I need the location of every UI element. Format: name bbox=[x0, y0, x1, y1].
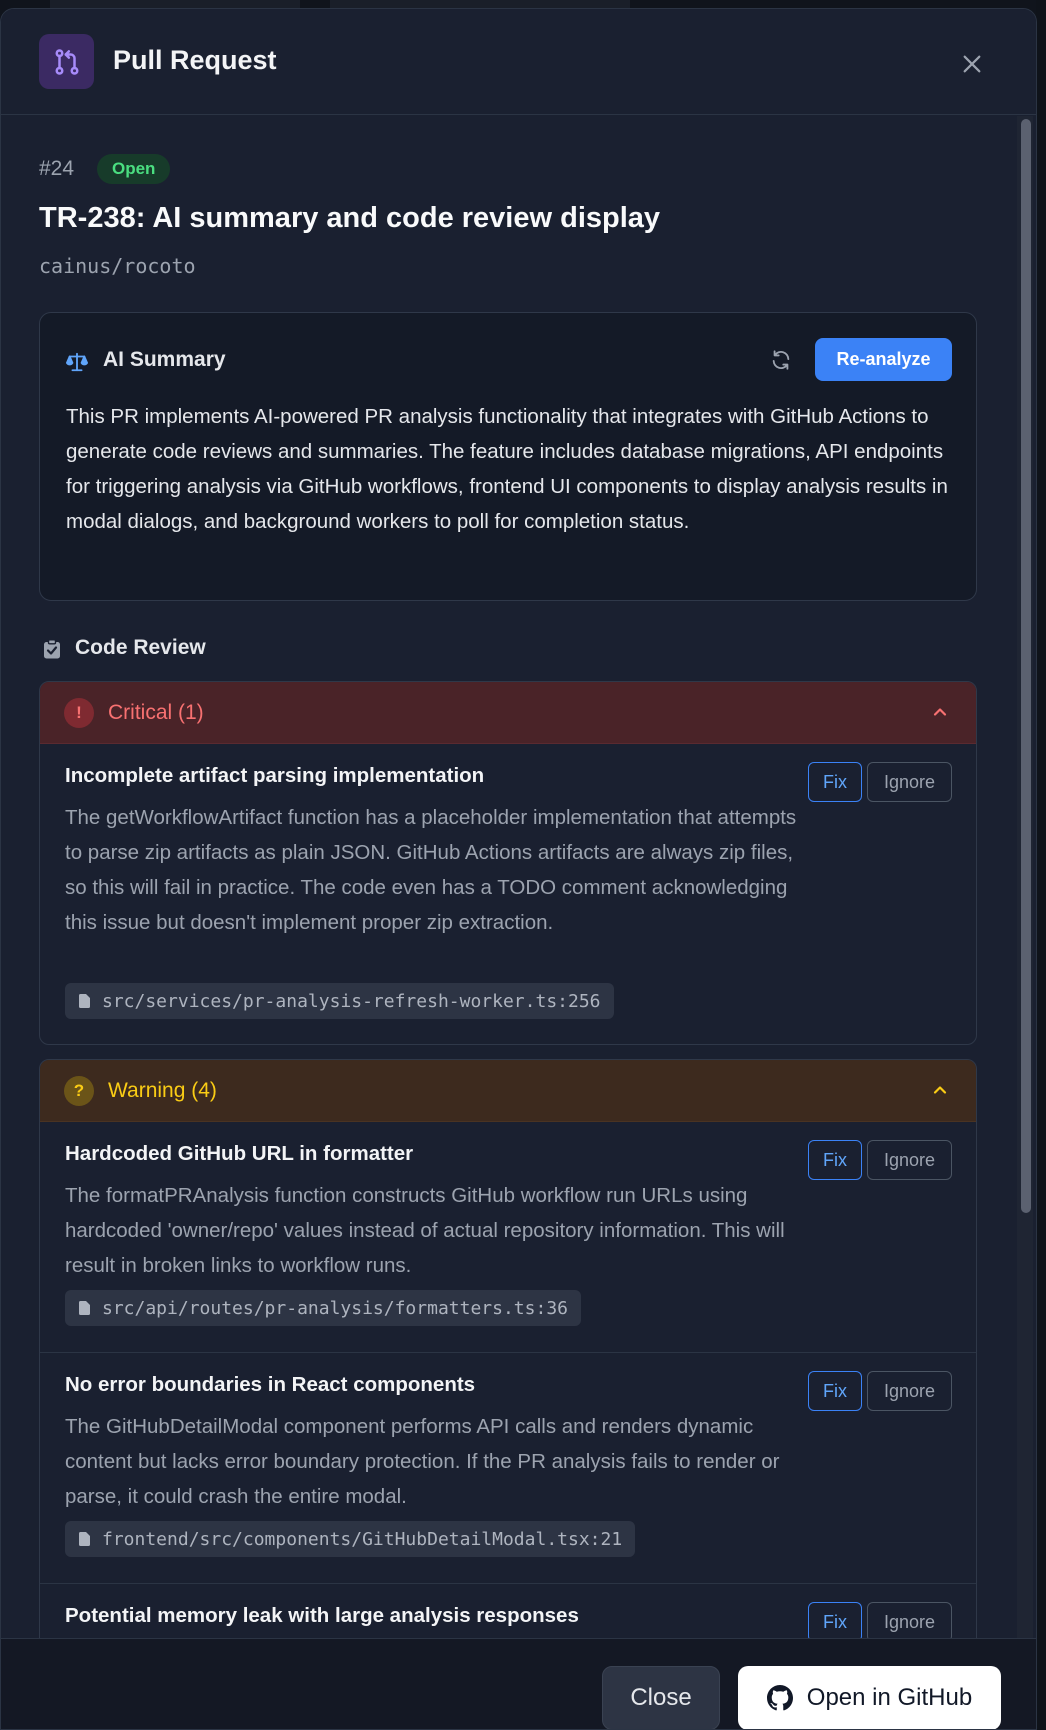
clipboard-check-icon bbox=[43, 639, 61, 664]
issue-title: Hardcoded GitHub URL in formatter bbox=[65, 1142, 414, 1165]
issue-title: Potential memory leak with large analysi… bbox=[65, 1604, 579, 1627]
ignore-button[interactable]: Ignore bbox=[867, 1371, 952, 1411]
file-location[interactable]: frontend/src/components/GitHubDetailModa… bbox=[65, 1521, 636, 1557]
refresh-icon[interactable] bbox=[766, 345, 796, 375]
file-path: src/api/routes/pr-analysis/formatters.ts… bbox=[102, 1297, 568, 1319]
critical-icon: ! bbox=[64, 698, 94, 728]
fix-button[interactable]: Fix bbox=[808, 1140, 862, 1180]
modal-title: Pull Request bbox=[113, 45, 277, 75]
pr-number: #24 bbox=[39, 157, 75, 180]
critical-group-header[interactable]: ! Critical (1) bbox=[40, 682, 976, 744]
modal-body[interactable]: #24 Open TR-238: AI summary and code rev… bbox=[1, 116, 1019, 1638]
critical-label: Critical (1) bbox=[108, 701, 204, 724]
ignore-button[interactable]: Ignore bbox=[867, 1140, 952, 1180]
issue-description: The formatPRAnalysis function constructs… bbox=[65, 1184, 785, 1277]
close-button[interactable]: Close bbox=[602, 1666, 720, 1729]
issue-title: No error boundaries in React components bbox=[65, 1373, 476, 1396]
issue-title: Incomplete artifact parsing implementati… bbox=[65, 764, 485, 787]
fix-button[interactable]: Fix bbox=[808, 1371, 862, 1411]
file-path: src/services/pr-analysis-refresh-worker.… bbox=[102, 990, 601, 1012]
file-path: frontend/src/components/GitHubDetailModa… bbox=[102, 1528, 623, 1550]
warning-label: Warning (4) bbox=[108, 1079, 217, 1102]
issue-item: No error boundaries in React components … bbox=[40, 1352, 976, 1583]
code-review-title: Code Review bbox=[75, 636, 206, 659]
issue-item: Hardcoded GitHub URL in formatter Fix Ig… bbox=[40, 1122, 976, 1352]
pr-title: TR-238: AI summary and code review displ… bbox=[39, 202, 661, 234]
critical-group: ! Critical (1) Incomplete artifact parsi… bbox=[39, 681, 977, 1045]
file-icon bbox=[79, 1532, 90, 1546]
reanalyze-button[interactable]: Re-analyze bbox=[815, 338, 952, 381]
fix-button[interactable]: Fix bbox=[808, 762, 862, 802]
ignore-button[interactable]: Ignore bbox=[867, 762, 952, 802]
ai-summary-text: This PR implements AI-powered PR analysi… bbox=[66, 405, 948, 533]
status-badge: Open bbox=[97, 154, 171, 184]
issue-description: The getWorkflowArtifact function has a p… bbox=[65, 806, 797, 934]
warning-icon: ? bbox=[64, 1076, 94, 1106]
warning-group-header[interactable]: ? Warning (4) bbox=[40, 1060, 976, 1122]
open-in-github-button[interactable]: Open in GitHub bbox=[738, 1666, 1001, 1729]
issue-item: Potential memory leak with large analysi… bbox=[40, 1583, 976, 1638]
file-location[interactable]: src/api/routes/pr-analysis/formatters.ts… bbox=[65, 1290, 581, 1326]
repo-name: cainus/rocoto bbox=[39, 254, 196, 278]
issue-description: The GitHubDetailModal component performs… bbox=[65, 1415, 780, 1508]
issue-item: Incomplete artifact parsing implementati… bbox=[40, 744, 976, 1044]
fix-button[interactable]: Fix bbox=[808, 1602, 862, 1638]
modal-footer: Close Open in GitHub bbox=[1, 1638, 1036, 1729]
pull-request-modal: Pull Request #24 Open TR-238: AI summary… bbox=[0, 8, 1037, 1730]
open-in-github-label: Open in GitHub bbox=[806, 1684, 973, 1711]
close-icon[interactable] bbox=[957, 49, 987, 79]
ai-summary-title: AI Summary bbox=[103, 348, 226, 371]
modal-header: Pull Request bbox=[1, 9, 1036, 115]
ignore-button[interactable]: Ignore bbox=[867, 1602, 952, 1638]
scrollbar-thumb[interactable] bbox=[1021, 119, 1031, 1213]
warning-group: ? Warning (4) Hardcoded GitHub URL in fo… bbox=[39, 1059, 977, 1638]
chevron-up-icon bbox=[932, 1082, 948, 1103]
git-pull-request-icon bbox=[39, 34, 94, 89]
ai-summary-card: AI Summary Re-analyze This PR implements… bbox=[39, 312, 977, 601]
chevron-up-icon bbox=[932, 704, 948, 725]
file-icon bbox=[79, 1301, 90, 1315]
scale-icon bbox=[66, 351, 88, 378]
github-icon bbox=[766, 1685, 793, 1711]
file-location[interactable]: src/services/pr-analysis-refresh-worker.… bbox=[65, 983, 614, 1019]
background-edge bbox=[1036, 0, 1046, 1730]
file-icon bbox=[79, 994, 90, 1008]
